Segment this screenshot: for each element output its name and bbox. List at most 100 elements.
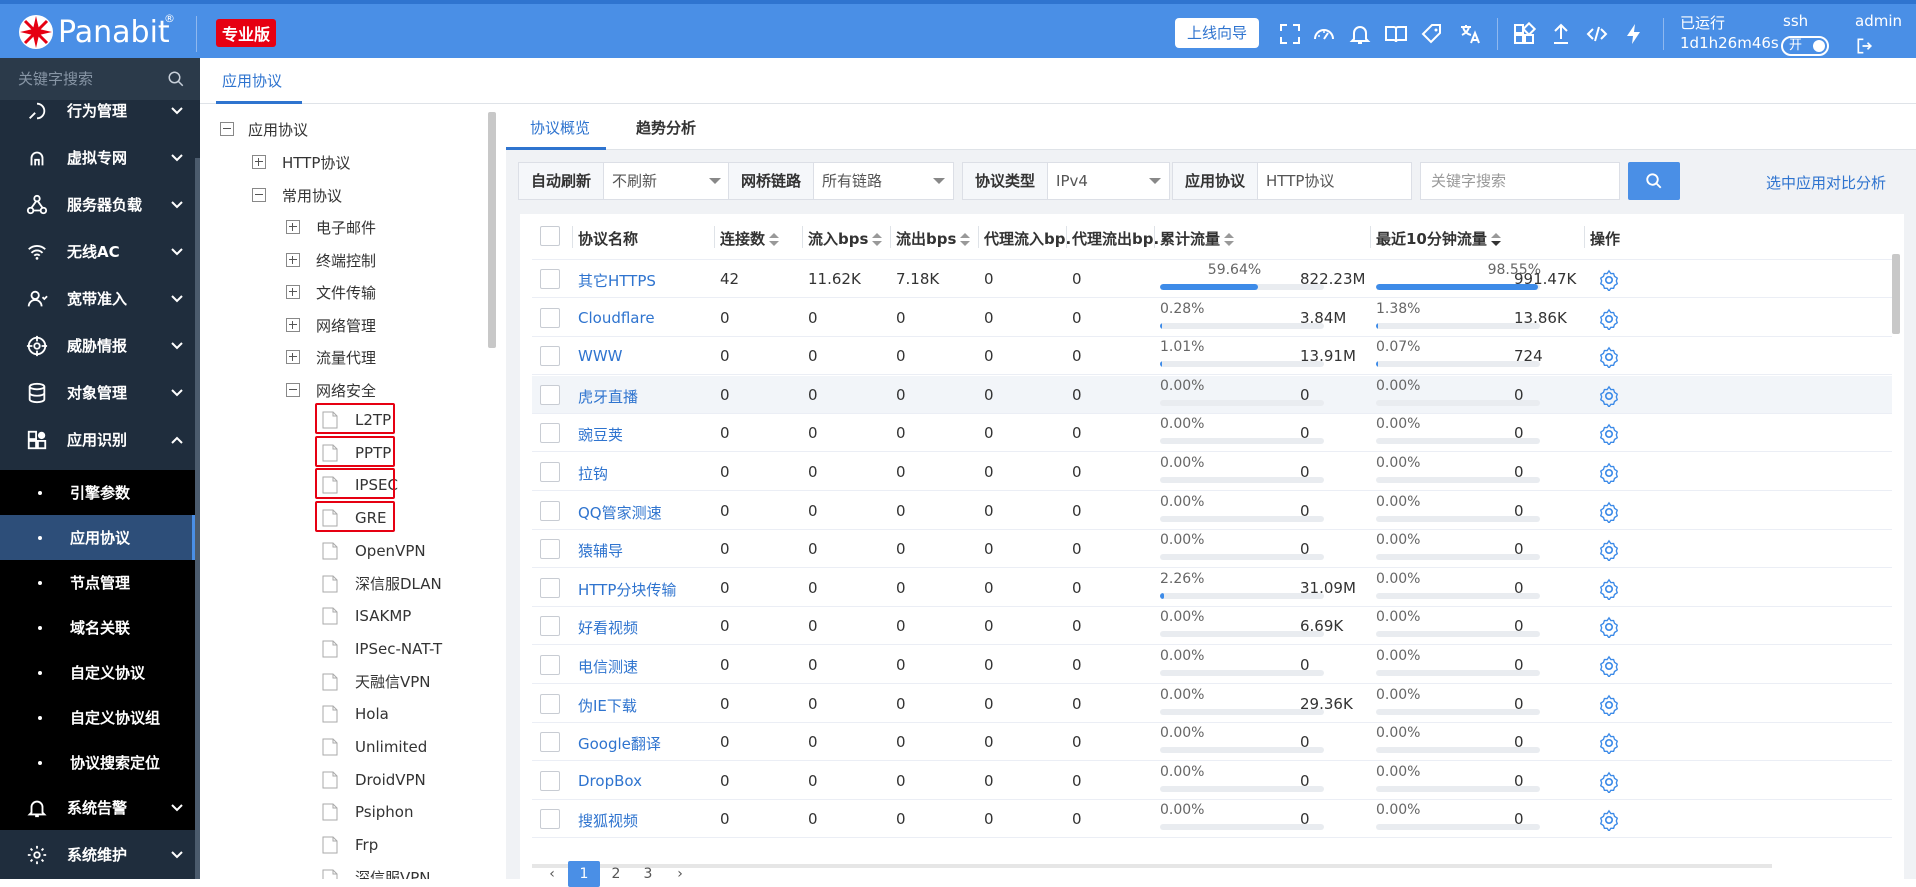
protocol-name-link[interactable]: 拉钩 [578, 463, 608, 484]
row-checkbox[interactable] [540, 539, 560, 560]
table-row[interactable]: QQ管家测速 0 0 0 0 0 0.00% 0 0.00% 0 [532, 492, 1892, 530]
protocol-name-link[interactable]: Google翻译 [578, 733, 661, 754]
gear-icon[interactable] [1598, 616, 1620, 639]
row-checkbox[interactable] [540, 462, 560, 482]
guide-button[interactable]: 上线向导 [1175, 18, 1259, 48]
table-h-scrollbar[interactable] [532, 864, 1772, 868]
row-checkbox[interactable] [540, 616, 560, 637]
gear-icon[interactable] [1598, 308, 1620, 330]
code-icon[interactable] [1585, 22, 1609, 46]
sidebar-item-threat-intel[interactable]: 威胁情报 [0, 322, 195, 369]
filter-value[interactable]: 不刷新 [604, 163, 729, 199]
protocol-name-link[interactable]: 虎牙直播 [578, 386, 638, 407]
row-checkbox[interactable] [540, 732, 560, 753]
protocol-name-link[interactable]: DropBox [578, 772, 642, 790]
gear-icon[interactable] [1598, 809, 1620, 832]
row-checkbox[interactable] [540, 770, 560, 791]
fullscreen-icon[interactable] [1278, 22, 1302, 46]
sidebar-subitem-node-mgmt[interactable]: 节点管理 [0, 560, 195, 605]
apps-icon[interactable] [1512, 22, 1536, 46]
gear-icon[interactable] [1598, 462, 1620, 484]
protocol-name-link[interactable]: WWW [578, 347, 623, 365]
protocol-name-link[interactable]: 其它HTTPS [578, 270, 656, 291]
page-3[interactable]: 3 [632, 861, 664, 887]
filter-auto-refresh[interactable]: 自动刷新 不刷新 [518, 162, 730, 200]
col-recent-10min[interactable]: 最近10分钟流量 [1376, 228, 1501, 249]
sidebar-item-server-load[interactable]: 服务器负载 [0, 181, 195, 228]
sidebar-item-object-mgmt[interactable]: 对象管理 [0, 369, 195, 416]
gear-icon[interactable] [1598, 694, 1620, 716]
filter-app-protocol[interactable]: 应用协议 HTTP协议 [1172, 162, 1412, 200]
filter-value[interactable]: IPv4 [1048, 163, 1169, 199]
upload-icon[interactable] [1549, 22, 1573, 46]
sidebar-subitem-app-protocol[interactable]: 应用协议 [0, 515, 195, 560]
tree-scrollbar[interactable] [488, 112, 496, 348]
row-checkbox[interactable] [540, 809, 560, 830]
sidebar-item-system-alarm[interactable]: 系统告警 [0, 784, 195, 831]
col-proxy-out[interactable]: 代理流出bp... [1072, 228, 1158, 249]
sidebar-item-broadband-access[interactable]: 宽带准入 [0, 275, 195, 322]
filter-protocol-type[interactable]: 协议类型 IPv4 [962, 162, 1170, 200]
gear-icon[interactable] [1598, 346, 1620, 369]
table-row[interactable]: WWW 0 0 0 0 0 1.01% 13.91M 0.07% 724 [532, 337, 1892, 376]
table-row[interactable]: 伪IE下载 0 0 0 0 0 0.00% 29.36K 0.00% 0 [532, 685, 1892, 723]
protocol-name-link[interactable]: Cloudflare [578, 309, 655, 327]
table-row[interactable]: 其它HTTPS 42 11.62K 7.18K 0 0 59.64% 822.23M 98.55… [532, 260, 1892, 298]
sidebar-item-behavior[interactable]: 行为管理 [0, 87, 195, 134]
row-checkbox[interactable] [540, 269, 560, 289]
filter-value[interactable]: 所有链路 [814, 163, 953, 199]
row-checkbox[interactable] [540, 384, 560, 405]
compare-link[interactable]: 选中应用对比分析 [1766, 172, 1886, 193]
table-row[interactable]: Google翻译 0 0 0 0 0 0.00% 0 0.00% 0 [532, 723, 1892, 762]
table-row[interactable]: Cloudflare 0 0 0 0 0 0.28% 3.84M 1.38% 13.86K [532, 299, 1892, 337]
row-checkbox[interactable] [540, 500, 560, 521]
translate-icon[interactable] [1458, 22, 1482, 46]
protocol-name-link[interactable]: 电信测速 [578, 656, 638, 677]
expand-toggle[interactable] [286, 285, 300, 299]
row-checkbox[interactable] [540, 577, 560, 598]
sidebar-item-vpn[interactable]: 虚拟专网 [0, 134, 195, 181]
sidebar-item-app-recognition[interactable]: 应用识别 [0, 416, 195, 463]
filter-value[interactable]: HTTP协议 [1258, 163, 1411, 199]
dashboard-icon[interactable] [1312, 22, 1336, 46]
row-checkbox[interactable] [540, 693, 560, 714]
gear-icon[interactable] [1598, 269, 1620, 291]
collapse-toggle[interactable] [220, 122, 234, 136]
table-row[interactable]: 豌豆荚 0 0 0 0 0 0.00% 0 0.00% 0 [532, 414, 1892, 453]
row-checkbox[interactable] [540, 655, 560, 675]
select-all-checkbox[interactable] [540, 226, 560, 246]
gear-icon[interactable] [1598, 501, 1620, 523]
table-row[interactable]: 电信测速 0 0 0 0 0 0.00% 0 0.00% 0 [532, 646, 1892, 684]
expand-toggle[interactable] [252, 155, 266, 169]
search-button[interactable] [1628, 162, 1680, 200]
col-total-traffic[interactable]: 累计流量 [1160, 228, 1235, 249]
page-2[interactable]: 2 [600, 861, 632, 887]
col-proxy-in[interactable]: 代理流入bp... [984, 228, 1070, 249]
protocol-name-link[interactable]: 豌豆荚 [578, 424, 623, 445]
panabit-logo[interactable]: Panabit [18, 14, 170, 50]
tab-app-protocol[interactable]: 应用协议 [222, 70, 282, 91]
table-scrollbar[interactable] [1892, 254, 1900, 334]
filter-bridge-link[interactable]: 网桥链路 所有链路 [728, 162, 954, 200]
sidebar-subitem-engine-params[interactable]: 引擎参数 [0, 470, 195, 515]
logout-icon[interactable] [1855, 36, 1875, 56]
col-in-bps[interactable]: 流入bps [808, 228, 883, 249]
protocol-name-link[interactable]: 伪IE下载 [578, 695, 637, 716]
row-checkbox[interactable] [540, 423, 560, 444]
tag-icon[interactable] [1420, 22, 1444, 46]
gear-icon[interactable] [1598, 578, 1620, 600]
table-row[interactable]: 搜狐视频 0 0 0 0 0 0.00% 0 0.00% 0 [532, 800, 1892, 839]
gear-icon[interactable] [1598, 771, 1620, 793]
collapse-toggle[interactable] [286, 383, 300, 397]
bell-icon[interactable] [1348, 22, 1372, 46]
gear-icon[interactable] [1598, 539, 1620, 562]
tab-overview[interactable]: 协议概览 [530, 117, 590, 138]
col-out-bps[interactable]: 流出bps [896, 228, 971, 249]
flash-icon[interactable] [1622, 22, 1646, 46]
row-checkbox[interactable] [540, 307, 560, 328]
gear-icon[interactable] [1598, 385, 1620, 407]
row-checkbox[interactable] [540, 346, 560, 367]
ssh-toggle[interactable]: 开 [1781, 36, 1829, 56]
expand-toggle[interactable] [286, 220, 300, 234]
table-row[interactable]: 拉钩 0 0 0 0 0 0.00% 0 0.00% 0 [532, 453, 1892, 491]
